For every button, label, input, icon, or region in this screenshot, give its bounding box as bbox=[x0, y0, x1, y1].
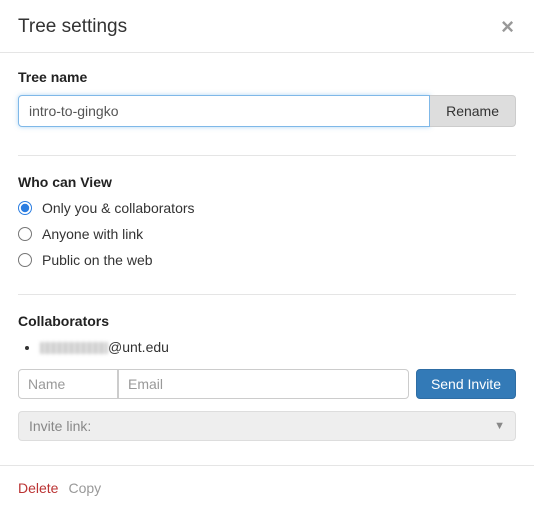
rename-button[interactable]: Rename bbox=[430, 95, 516, 127]
invite-name-input[interactable] bbox=[18, 369, 118, 399]
chevron-down-icon: ▼ bbox=[494, 420, 505, 432]
copy-link[interactable]: Copy bbox=[68, 480, 101, 496]
radio-label: Only you & collaborators bbox=[42, 200, 195, 216]
divider bbox=[18, 294, 516, 295]
visibility-radio-group: Only you & collaborators Anyone with lin… bbox=[18, 200, 516, 268]
redacted-prefix bbox=[40, 342, 108, 354]
delete-link[interactable]: Delete bbox=[18, 480, 58, 496]
collaborator-item: @unt.edu bbox=[40, 339, 516, 355]
send-invite-button[interactable]: Send Invite bbox=[416, 369, 516, 399]
visibility-option-link[interactable]: Anyone with link bbox=[18, 226, 516, 242]
modal-title: Tree settings bbox=[18, 16, 127, 38]
modal-header: Tree settings × bbox=[0, 0, 534, 53]
invite-email-input[interactable] bbox=[118, 369, 409, 399]
close-icon[interactable]: × bbox=[499, 16, 516, 38]
radio-link[interactable] bbox=[18, 227, 32, 241]
radio-public[interactable] bbox=[18, 253, 32, 267]
radio-label: Anyone with link bbox=[42, 226, 143, 242]
collaborators-label: Collaborators bbox=[18, 313, 516, 329]
radio-label: Public on the web bbox=[42, 252, 153, 268]
modal-body: Tree name Rename Who can View Only you &… bbox=[0, 53, 534, 441]
invite-link-label: Invite link: bbox=[29, 418, 91, 434]
modal-footer: Delete Copy bbox=[0, 465, 534, 510]
tree-name-label: Tree name bbox=[18, 69, 516, 85]
collaborators-list: @unt.edu bbox=[18, 339, 516, 355]
visibility-label: Who can View bbox=[18, 174, 516, 190]
radio-private[interactable] bbox=[18, 201, 32, 215]
visibility-option-public[interactable]: Public on the web bbox=[18, 252, 516, 268]
rename-row: Rename bbox=[18, 95, 516, 127]
divider bbox=[18, 155, 516, 156]
visibility-option-private[interactable]: Only you & collaborators bbox=[18, 200, 516, 216]
invite-row: Send Invite bbox=[18, 369, 516, 399]
tree-name-input[interactable] bbox=[18, 95, 430, 127]
invite-link-dropdown[interactable]: Invite link: ▼ bbox=[18, 411, 516, 441]
collaborator-email-suffix: @unt.edu bbox=[108, 339, 169, 355]
